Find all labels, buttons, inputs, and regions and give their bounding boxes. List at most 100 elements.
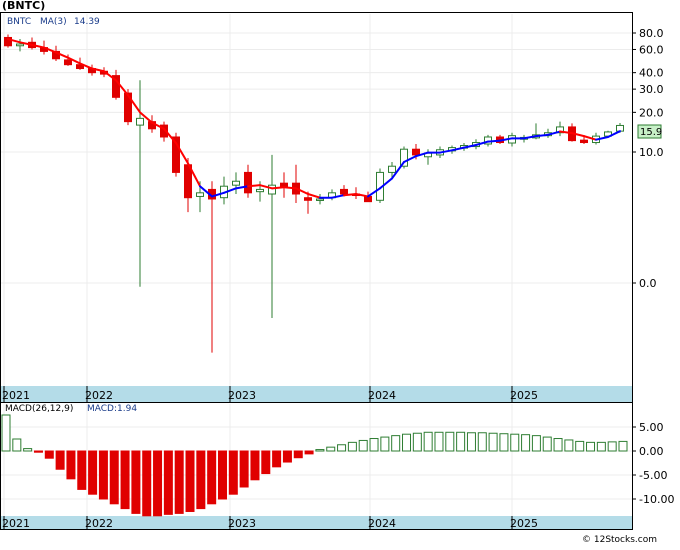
macd-x-tick-label: 2023	[228, 517, 256, 530]
legend-ma-label: MA(3)	[40, 17, 67, 27]
chart-canvas: 80.0 60.0 40.0 30.0 20.0 10.0 0.0 5.00 0.00 -5.0…	[0, 0, 674, 545]
price-y-tick-label: 30.0	[639, 83, 664, 96]
macd-bar-negative	[196, 450, 206, 510]
macd-bar-positive	[12, 438, 22, 452]
macd-bar-negative	[261, 450, 271, 475]
macd-bar-positive	[542, 436, 552, 452]
macd-bar-negative	[77, 450, 87, 490]
macd-bar-negative	[207, 450, 217, 505]
macd-y-axis: 5.00 0.00 -5.00 -10.00	[632, 421, 674, 506]
stock-chart: 80.0 60.0 40.0 30.0 20.0 10.0 0.0 5.00 0.00 -5.0…	[0, 0, 680, 546]
macd-bar-negative	[304, 450, 314, 455]
ma-segment	[247, 184, 261, 188]
macd-bar-positive	[337, 444, 347, 452]
macd-bar-negative	[293, 450, 303, 459]
macd-bar-positive	[521, 434, 531, 452]
price-y-tick-label: 0.0	[639, 277, 657, 290]
macd-y-tick-label: -5.00	[639, 469, 667, 482]
price-x-tick-label: 2021	[2, 389, 30, 402]
macd-bar-negative	[217, 450, 227, 500]
macd-x-tick-label: 2024	[368, 517, 396, 530]
chart-title: (BNTC)	[2, 0, 45, 12]
macd-bar-negative	[239, 450, 249, 488]
ma-segment	[271, 186, 285, 190]
ma-segment	[487, 139, 501, 143]
macd-bar-positive	[596, 441, 606, 452]
macd-bar-negative	[153, 450, 163, 517]
macd-bar-positive	[575, 440, 585, 452]
macd-y-tick-label: -10.00	[639, 493, 674, 506]
macd-bar-negative	[272, 450, 282, 468]
macd-x-tick-label: 2022	[85, 517, 113, 530]
legend-ma-value: 14.39	[74, 17, 100, 27]
macd-bar-positive	[466, 432, 476, 452]
macd-bar-positive	[499, 433, 509, 452]
macd-x-tick-label: 2021	[2, 517, 30, 530]
macd-bar-positive	[434, 431, 444, 452]
price-x-tick-label: 2025	[510, 389, 538, 402]
macd-bar-negative	[44, 450, 54, 459]
ma-segment	[283, 186, 297, 190]
price-y-tick-label: 10.0	[639, 146, 664, 159]
macd-bar-negative	[120, 450, 130, 510]
macd-x-tick-label: 2025	[510, 517, 538, 530]
macd-bar-positive	[391, 435, 401, 452]
macd-bar-negative	[228, 450, 238, 495]
candle-body-down	[580, 139, 588, 144]
ma-segment	[535, 133, 549, 138]
price-y-axis: 80.0 60.0 40.0 30.0 20.0 10.0 0.0	[632, 27, 664, 290]
macd-title: MACD(26,12,9)	[5, 404, 73, 414]
candle-body-down	[244, 171, 252, 194]
candle-body-up	[256, 188, 264, 193]
macd-bar-positive	[315, 449, 325, 452]
candle-body-down	[64, 59, 72, 66]
price-x-tick-label: 2023	[228, 389, 256, 402]
macd-bar-negative	[282, 450, 292, 463]
candle-body-down	[412, 148, 420, 156]
macd-y-tick-label: 0.00	[639, 445, 664, 458]
watermark: © 12Stocks.com	[582, 535, 657, 545]
macd-bar-positive	[510, 433, 520, 452]
macd-bar-positive	[488, 432, 498, 452]
macd-bar-positive	[1, 414, 11, 452]
price-y-tick-label: 40.0	[639, 67, 664, 80]
macd-bar-positive	[564, 439, 574, 452]
macd-bar-negative	[98, 450, 108, 500]
macd-bar-positive	[607, 441, 617, 452]
price-y-tick-label: 20.0	[639, 106, 664, 119]
macd-bar-negative	[250, 450, 260, 481]
macd-bar-positive	[23, 448, 33, 452]
macd-bar-positive	[402, 433, 412, 452]
candle-body-up	[232, 180, 240, 186]
candle-body-up	[196, 192, 204, 197]
candle-body-up	[136, 117, 144, 126]
macd-bar-positive	[445, 431, 455, 452]
price-y-tick-label: 60.0	[639, 43, 664, 56]
macd-bar-negative	[109, 450, 119, 505]
macd-y-tick-label: 5.00	[639, 421, 664, 434]
macd-value: MACD:1.94	[87, 404, 137, 414]
macd-bar-positive	[618, 440, 628, 452]
macd-bar-negative	[55, 450, 65, 470]
macd-bar-negative	[66, 450, 76, 480]
price-y-tick-label: 80.0	[639, 27, 664, 40]
macd-bar-positive	[553, 438, 563, 452]
macd-bar-positive	[326, 446, 336, 452]
candle-body-up	[316, 198, 324, 201]
ma-segment	[343, 193, 357, 197]
macd-bar-positive	[586, 441, 596, 452]
candle-body-down	[340, 188, 348, 195]
macd-bar-negative	[185, 450, 195, 512]
price-x-tick-label: 2024	[368, 389, 396, 402]
price-x-tick-label: 2022	[85, 389, 113, 402]
macd-bar-negative	[33, 450, 43, 453]
macd-bar-positive	[423, 431, 433, 452]
legend-symbol: BNTC	[7, 17, 31, 27]
macd-bar-positive	[531, 435, 541, 452]
macd-bar-negative	[88, 450, 98, 495]
last-price-label: 15.9	[640, 127, 662, 138]
macd-bar-positive	[369, 438, 379, 452]
macd-bar-negative	[163, 450, 173, 515]
candle-body-up	[388, 165, 396, 173]
macd-bar-positive	[477, 432, 487, 452]
